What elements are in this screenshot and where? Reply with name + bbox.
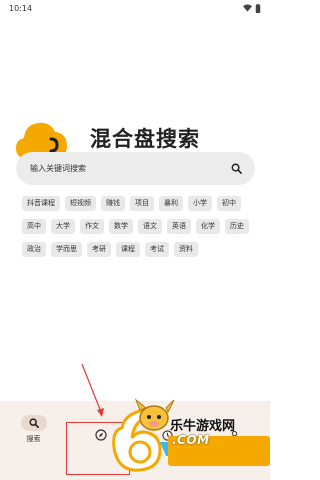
keyword-tag[interactable]: 小学 — [188, 196, 212, 211]
search-icon — [28, 417, 39, 428]
keyword-tag[interactable]: 学而思 — [51, 242, 82, 257]
annotation-arrow — [81, 363, 104, 417]
keyword-tag[interactable]: 历史 — [225, 219, 249, 234]
keyword-tag[interactable]: 资料 — [174, 242, 198, 257]
nav-search-label: 搜索 — [26, 434, 41, 443]
search-button[interactable] — [229, 162, 243, 176]
keyword-tag[interactable]: 大学 — [51, 219, 75, 234]
keyword-tag[interactable]: 高中 — [22, 219, 46, 234]
status-icons — [243, 3, 261, 13]
keyword-tag[interactable]: 项目 — [130, 196, 154, 211]
app-title: 混合盘搜索 — [90, 127, 200, 151]
keyword-tag[interactable]: 考试 — [145, 242, 169, 257]
keyword-tag[interactable]: 抖音课程 — [22, 196, 60, 211]
status-time: 10:14 — [9, 3, 33, 13]
keyword-tag[interactable]: 作文 — [80, 219, 104, 234]
nav-search-pill — [20, 414, 47, 431]
keyword-tag[interactable]: 政治 — [22, 242, 46, 257]
watermark-brand-text: 乐牛游戏网 — [170, 419, 236, 434]
keyword-tags: 抖音课程 短视频 赚钱 项目 暴利 小学 初中高中 大学 作文 数学 语文 英语 化学 历史政治 学而思 考研… — [22, 196, 252, 257]
keyword-tag[interactable]: 考研 — [87, 242, 111, 257]
search-bar[interactable] — [16, 152, 255, 185]
search-icon — [231, 163, 242, 174]
watermark-url-text: .COM — [172, 433, 210, 447]
search-input[interactable] — [30, 164, 229, 173]
keyword-tag[interactable]: 暴利 — [159, 196, 183, 211]
battery-icon — [255, 3, 261, 13]
keyword-tag[interactable]: 语文 — [138, 219, 162, 234]
keyword-tag[interactable]: 化学 — [196, 219, 220, 234]
keyword-tag[interactable]: 课程 — [116, 242, 140, 257]
nav-search-tab[interactable]: 搜索 — [0, 401, 67, 457]
keyword-tag[interactable]: 英语 — [167, 219, 191, 234]
keyword-tag[interactable]: 赚钱 — [101, 196, 125, 211]
status-bar: 10:14 — [0, 0, 270, 16]
keyword-tag[interactable]: 短视频 — [65, 196, 96, 211]
keyword-tag[interactable]: 数学 — [109, 219, 133, 234]
wifi-icon — [243, 4, 252, 12]
keyword-tag[interactable]: 初中 — [217, 196, 241, 211]
